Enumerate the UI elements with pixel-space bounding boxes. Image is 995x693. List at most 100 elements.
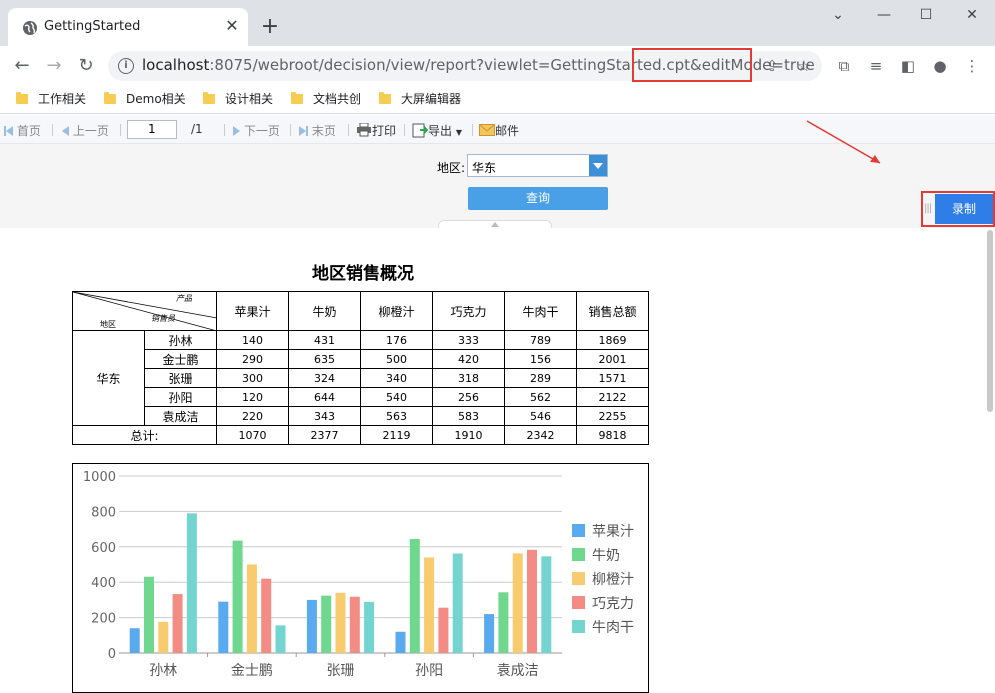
column-header: 牛肉干 [504, 291, 577, 331]
table-cell: 300 [216, 368, 289, 388]
y-tick-label: 400 [91, 576, 116, 591]
chart-bar [452, 553, 463, 653]
printer-icon [357, 122, 371, 137]
table-row: 华东 孙林 140 431 176 333 789 1869 [72, 330, 649, 426]
bookmark-folder[interactable]: 工作相关 [16, 90, 86, 108]
bookmark-label: Demo相关 [126, 92, 186, 106]
total-label: 总计: [72, 425, 217, 445]
region-select-value: 华东 [472, 161, 497, 175]
table-header-row: 产品 销售员 地区 苹果汁 牛奶 柳橙汁 巧克力 牛肉干 销售总额 [72, 291, 649, 331]
salesperson-cell: 孙林 [144, 330, 217, 350]
table-cell: 333 [432, 330, 505, 350]
column-header: 销售总额 [576, 291, 649, 331]
toolbar-divider [224, 124, 225, 136]
legend-swatch [572, 596, 585, 609]
chart-bar [129, 628, 140, 653]
corner-salesperson-label: 销售员 [151, 314, 175, 323]
new-tab-button[interactable]: + [258, 16, 282, 40]
table-cell: 420 [432, 349, 505, 369]
last-page-button[interactable]: 末页 [299, 122, 336, 139]
query-button[interactable]: 查询 [468, 187, 608, 210]
extensions-puzzle-icon[interactable]: ⧉ [832, 54, 856, 78]
report-title: 地区销售概况 [312, 264, 414, 284]
folder-icon [104, 92, 116, 104]
corner-product-label: 产品 [176, 294, 192, 303]
drag-handle-icon[interactable]: ||| [924, 203, 932, 214]
legend-label: 柳橙汁 [592, 571, 634, 588]
media-control-icon[interactable]: ≡ [864, 54, 888, 78]
bookmark-folder[interactable]: 大屏编辑器 [379, 90, 461, 108]
page-total: /1 [191, 122, 203, 136]
tab-search-chevron-icon[interactable]: ⌄ [818, 4, 858, 26]
table-cell: 290 [216, 349, 289, 369]
y-tick-label: 0 [108, 647, 116, 662]
reload-icon[interactable]: ↻ [74, 54, 98, 78]
chart-bar [364, 601, 375, 653]
bookmark-label: 大屏编辑器 [401, 92, 462, 106]
chart-bar [424, 557, 435, 653]
close-window-button[interactable]: ✕ [952, 4, 992, 26]
chevron-down-icon[interactable] [589, 155, 607, 176]
last-arrow-icon [299, 126, 306, 136]
x-tick-label: 孙林 [149, 663, 177, 679]
table-cell: 540 [360, 387, 433, 407]
table-cell: 1869 [576, 330, 649, 350]
more-menu-icon[interactable]: ⋮ [960, 54, 984, 78]
url-host: localhost [142, 56, 210, 74]
x-tick-label: 袁成洁 [497, 663, 539, 679]
chart-bar [512, 553, 523, 653]
region-select[interactable]: 华东 [467, 154, 608, 177]
table-cell: 176 [360, 330, 433, 350]
first-page-button[interactable]: 首页 [4, 122, 41, 139]
column-header: 巧克力 [432, 291, 505, 331]
print-button[interactable]: 打印 [356, 122, 396, 139]
bookmark-folder[interactable]: 设计相关 [203, 90, 273, 108]
toolbar-divider [120, 124, 121, 136]
profile-avatar-icon[interactable]: ● [928, 54, 952, 78]
export-button[interactable]: 导出 ▼ [412, 122, 462, 139]
site-info-icon[interactable]: i [118, 58, 134, 74]
chart-bar [321, 595, 332, 653]
folder-icon [16, 92, 28, 104]
salesperson-cell: 孙阳 [144, 387, 217, 407]
y-tick-label: 600 [91, 541, 116, 556]
side-panel-icon[interactable]: ◧ [896, 54, 920, 78]
bookmark-folder[interactable]: 文档共创 [291, 90, 361, 108]
annotation-arrow [806, 120, 881, 164]
table-cell: 563 [360, 406, 433, 426]
chart-bar [186, 513, 197, 653]
total-cell: 9818 [576, 425, 649, 445]
share-icon[interactable]: ⇪ [760, 54, 784, 78]
mail-button[interactable]: 邮件 [479, 122, 519, 139]
table-cell: 340 [360, 368, 433, 388]
minimize-button[interactable]: — [864, 4, 904, 26]
scrollbar[interactable] [987, 230, 993, 412]
legend-swatch [572, 572, 585, 585]
chart-bar [349, 596, 360, 653]
first-page-arrow-icon [6, 126, 13, 136]
bookmark-folder[interactable]: Demo相关 [104, 90, 186, 108]
record-button[interactable]: 录制 [935, 194, 993, 224]
prev-page-button[interactable]: 上一页 [62, 122, 109, 139]
forward-arrow-icon[interactable]: → [42, 54, 66, 78]
page-number-input[interactable]: 1 [127, 120, 177, 139]
browser-tab[interactable]: GettingStarted ✕ [8, 8, 248, 46]
folder-icon [379, 92, 391, 104]
back-arrow-icon[interactable]: ← [10, 54, 34, 78]
next-page-button[interactable]: 下一页 [233, 122, 280, 139]
folder-icon [291, 92, 303, 104]
collapse-params-handle[interactable] [438, 220, 552, 228]
salesperson-cell: 张珊 [144, 368, 217, 388]
chart-bar [246, 564, 257, 653]
tab-close-icon[interactable]: ✕ [222, 16, 242, 36]
maximize-button[interactable]: ☐ [906, 4, 946, 26]
table-cell: 324 [288, 368, 361, 388]
bookmark-star-icon[interactable]: ☆ [792, 54, 816, 78]
chart-bar [144, 576, 154, 653]
column-header: 苹果汁 [216, 291, 289, 331]
export-icon [412, 123, 429, 138]
chart-bar [484, 614, 495, 653]
browser-tab-bar: GettingStarted ✕ + ⌄ — ☐ ✕ [0, 0, 995, 46]
y-tick-label: 1000 [83, 470, 116, 485]
toolbar-divider [52, 124, 53, 136]
